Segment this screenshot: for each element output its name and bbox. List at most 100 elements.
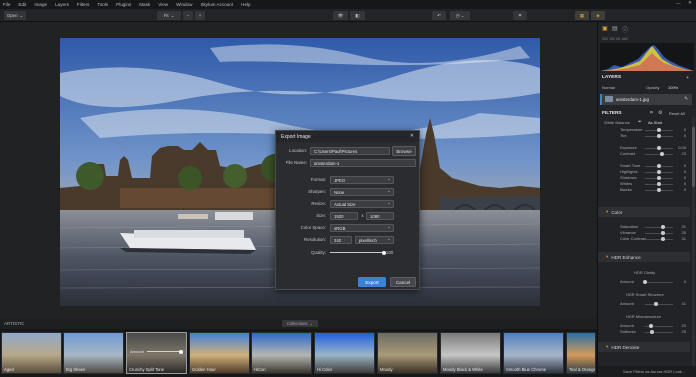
adjustment-slider[interactable] [645, 146, 673, 150]
adjustment-slider[interactable] [645, 231, 673, 235]
menu-mask[interactable]: Mask [139, 2, 150, 7]
slider-knob[interactable] [657, 188, 661, 192]
slider-knob[interactable] [657, 182, 661, 186]
adjustment-slider[interactable] [645, 237, 673, 241]
look-thumbnail[interactable]: Moody [377, 332, 438, 374]
adjustment-slider[interactable] [645, 170, 673, 174]
cancel-button[interactable]: Cancel [390, 277, 416, 287]
adjustment-slider[interactable] [643, 280, 673, 284]
look-thumbnail[interactable]: HiCon [251, 332, 312, 374]
browse-button[interactable]: Browse [392, 146, 416, 156]
undo-button[interactable]: ↶ [432, 11, 446, 20]
panel-toggle-layers-button[interactable]: ◈ [591, 11, 605, 20]
look-thumbnail[interactable]: Golden Hour [189, 332, 250, 374]
opacity-value[interactable]: 100% [668, 85, 678, 90]
slider-knob[interactable] [648, 324, 653, 328]
menu-filters[interactable]: Filters [77, 2, 90, 7]
sharpen-select[interactable]: None [330, 188, 394, 196]
white-balance-select[interactable]: As Shot [648, 120, 662, 125]
look-thumbnail[interactable]: Aged [1, 332, 62, 374]
slider-knob[interactable] [660, 231, 665, 235]
size-width-field[interactable]: 1920 [330, 212, 358, 220]
panel-scrollbar[interactable] [692, 117, 695, 367]
close-window-icon[interactable]: ✕ [688, 0, 692, 6]
format-select[interactable]: JPEG [330, 176, 394, 184]
histogram-icon[interactable]: ▤ [612, 25, 618, 32]
gear-icon[interactable]: ⚙ [658, 110, 662, 116]
menu-edit[interactable]: Edit [18, 2, 26, 7]
slider-knob[interactable] [643, 280, 647, 284]
collections-select[interactable]: Collections ⌄ [282, 320, 318, 327]
blend-mode-select[interactable]: Normal [602, 85, 615, 90]
look-amount-knob[interactable] [179, 349, 183, 354]
adjustment-slider[interactable] [645, 176, 673, 180]
menu-help[interactable]: Help [241, 2, 250, 7]
look-thumbnail[interactable]: Teal & Orange [566, 332, 596, 374]
adjustment-slider[interactable] [645, 152, 673, 156]
hdr-enhance-section-header[interactable]: ▾ HDR Enhance [598, 252, 690, 262]
color-section-header[interactable]: ▾ Color [598, 207, 690, 217]
slider-knob[interactable] [654, 302, 659, 306]
size-height-field[interactable]: 1080 [366, 212, 394, 220]
adjustment-slider[interactable] [645, 134, 673, 138]
adjustment-slider[interactable] [645, 330, 673, 334]
layer-row[interactable]: amsterdam-1.jpg ✎ [600, 94, 692, 105]
adjustment-slider[interactable] [645, 164, 673, 168]
slider-knob[interactable] [660, 152, 665, 156]
menu-window[interactable]: Window [176, 2, 192, 7]
resolution-unit-select[interactable]: pixel/inch [355, 236, 394, 244]
save-filters-link[interactable]: Save Filters as Aurora HDR Look... [598, 366, 696, 377]
zoom-select[interactable]: Fit ⌄ [157, 11, 181, 20]
colorspace-select[interactable]: sRGB [330, 224, 394, 232]
slider-knob[interactable] [661, 225, 666, 229]
menu-image[interactable]: Image [34, 2, 47, 7]
preview-eye-button[interactable]: 👁 [333, 11, 348, 20]
zoom-in-button[interactable]: + [195, 11, 205, 20]
eyedropper-icon[interactable]: ✒ [638, 119, 642, 125]
slider-knob[interactable] [657, 164, 661, 168]
filename-field[interactable]: amsterdam-1 [310, 159, 416, 167]
open-button[interactable]: Open ⌄ [4, 11, 26, 20]
slider-knob[interactable] [657, 128, 661, 132]
quality-slider[interactable] [330, 250, 386, 255]
looks-category[interactable]: ARTISTIC [4, 321, 24, 326]
slider-knob[interactable] [657, 134, 661, 138]
menu-file[interactable]: File [3, 2, 10, 7]
history-button[interactable]: ◷ ⌄ [450, 11, 470, 20]
menu-tools[interactable]: Tools [97, 2, 108, 7]
look-thumbnail[interactable]: Moody Black & White [440, 332, 501, 374]
menu-layers[interactable]: Layers [55, 2, 69, 7]
panel-scrollbar-thumb[interactable] [692, 127, 695, 187]
adjustment-slider[interactable] [645, 182, 673, 186]
location-field[interactable]: C:\Users\Paul\Pictures [310, 147, 390, 155]
adjustment-slider[interactable] [645, 128, 673, 132]
menu-view[interactable]: View [158, 2, 168, 7]
adjustment-slider[interactable] [645, 188, 673, 192]
panel-toggle-image-button[interactable]: ▦ [575, 11, 589, 20]
slider-knob[interactable] [657, 146, 661, 150]
compare-button[interactable]: ◧ [350, 11, 365, 20]
hdr-denoise-section-header[interactable]: ▾ HDR Denoise [598, 342, 690, 352]
adjustment-slider[interactable] [645, 302, 673, 306]
minimize-icon[interactable]: — [676, 1, 681, 6]
image-icon[interactable]: ▣ [602, 25, 608, 32]
resolution-field[interactable]: 240 [330, 236, 352, 244]
slider-knob[interactable] [657, 176, 661, 180]
crop-button[interactable]: ⌗ [513, 11, 527, 20]
look-thumbnail[interactable]: Hi Color [314, 332, 375, 374]
slider-knob[interactable] [650, 330, 654, 334]
look-thumbnail[interactable]: Smooth Blue Chrome [503, 332, 564, 374]
look-thumbnail[interactable]: Big Sheen [63, 332, 124, 374]
info-icon[interactable]: ⓘ [622, 25, 628, 34]
menu-plugins[interactable]: Plugins [116, 2, 131, 7]
reset-all-button[interactable]: Reset All [669, 111, 685, 116]
adjustment-slider[interactable] [645, 225, 673, 229]
menu-skylum-account[interactable]: Skylum Account [200, 2, 233, 7]
add-layer-icon[interactable]: + [686, 75, 689, 81]
slider-knob[interactable] [661, 237, 666, 241]
look-thumbnail-selected[interactable]: Amount Crunchy Split Tone [126, 332, 187, 374]
resize-select[interactable]: Actual Size [330, 200, 394, 208]
zoom-out-button[interactable]: − [183, 11, 193, 20]
edit-pencil-icon[interactable]: ✎ [684, 96, 688, 102]
adjustment-slider[interactable] [645, 324, 673, 328]
